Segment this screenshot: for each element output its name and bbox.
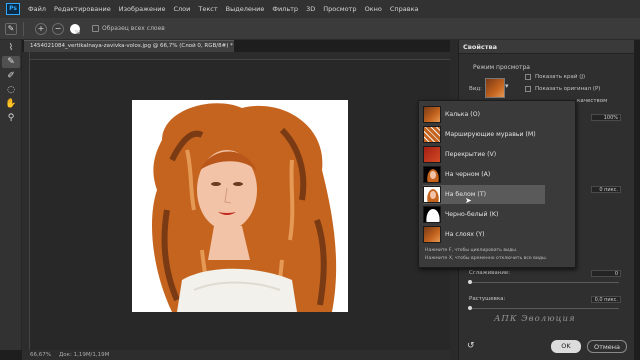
overlay-thumbnail [423,146,441,163]
menu-help[interactable]: Справка [386,5,423,13]
menu-view[interactable]: Просмотр [319,5,360,13]
dropdown-hint-cycle: Нажмите F, чтобы циклировать виды. [425,248,518,253]
quality-label: качеством [577,98,608,104]
sample-all-layers-label: Образец всех слоев [102,25,165,32]
show-original-option[interactable]: Показать оригинал (P) [525,86,600,92]
watermark: АПК Эволюция [494,314,576,324]
on-white-thumbnail [423,186,441,203]
refine-edge-brush-icon[interactable]: ✎ [2,56,20,68]
view-label: Вид: [469,86,483,92]
view-option-label: Марширующие муравьи (M) [445,131,536,138]
quick-selection-icon[interactable]: ⌇ [2,42,20,54]
onion-skin-thumbnail [423,106,441,123]
zoom-level[interactable]: 66,67% [30,352,51,358]
view-option-marching-ants[interactable]: Марширующие муравьи (M) [423,125,545,144]
view-option-on-white[interactable]: На белом (T) [423,185,545,204]
view-option-label: Перекрытие (V) [445,151,497,158]
view-option-onion-skin[interactable]: Калька (O) [423,105,545,124]
menu-window[interactable]: Окно [361,5,386,13]
menu-edit[interactable]: Редактирование [50,5,115,13]
sample-all-layers-checkbox[interactable] [92,25,99,32]
view-option-label: Черно-белый (K) [445,211,499,218]
view-preview-thumbnail[interactable] [485,78,505,98]
view-mode-dropdown: Калька (O) Марширующие муравьи (M) Перек… [418,100,576,268]
tools-panel: ⌇ ✎ ✐ ◌ ✋ ⚲ [0,40,22,350]
add-to-selection-icon[interactable]: + [35,22,47,35]
view-option-on-black[interactable]: На черном (A) [423,165,545,184]
menu-3d[interactable]: 3D [302,5,319,13]
show-original-checkbox[interactable] [525,86,531,92]
show-original-label: Показать оригинал (P) [535,86,601,92]
chevron-down-icon[interactable]: ▾ [505,82,509,90]
document-image[interactable] [132,100,348,312]
on-black-thumbnail [423,166,441,183]
show-edge-checkbox[interactable] [525,74,531,80]
cancel-button[interactable]: Отмена [587,340,627,353]
feather-slider-track[interactable] [469,308,619,309]
smooth-label: Сглаживание: [469,270,511,276]
menu-file[interactable]: Файл [24,5,50,13]
properties-panel-title: Свойства [459,40,634,54]
view-option-label: Калька (O) [445,111,480,118]
menu-select[interactable]: Выделение [222,5,269,13]
view-option-on-layers[interactable]: На слоях (Y) [423,225,545,244]
mouse-cursor-icon: ➤ [465,196,472,205]
feather-slider-knob[interactable] [468,306,472,310]
show-edge-option[interactable]: Показать край (J) [525,74,585,80]
reset-icon[interactable]: ↺ [467,341,475,351]
radius-field[interactable]: 0 пикс. [591,186,621,193]
options-bar: ✎ + − Образец всех слоев [0,18,640,40]
view-option-black-white[interactable]: Черно-белый (K) [423,205,545,224]
document-size: Док: 1,19M/1,19M [58,352,110,358]
zoom-icon[interactable]: ⚲ [2,112,20,124]
subtract-from-selection-icon[interactable]: − [52,22,64,35]
menu-type[interactable]: Текст [194,5,221,13]
dropdown-hint-disable: Нажмите X, чтобы временно отключить все … [425,256,548,261]
document-tab[interactable]: 1454021084_vertikalnaya-zavivka-volos.jp… [24,40,234,52]
status-bar: 66,67% Док: 1,19M/1,19M [22,350,450,360]
photoshop-logo-icon[interactable]: Ps [6,3,20,15]
view-option-label: На черном (A) [445,171,491,178]
vertical-ruler[interactable] [22,52,30,350]
view-mode-label: Режим просмотра [473,64,530,71]
document-tab-title: 1454021084_vertikalnaya-zavivka-volos.jp… [30,43,233,49]
brush-size-value: 30 [74,30,81,36]
brush-icon[interactable]: ✐ [2,70,20,82]
menu-filter[interactable]: Фильтр [268,5,302,13]
view-option-label: На слоях (Y) [445,231,485,238]
smooth-slider-track[interactable] [469,282,619,283]
ok-button[interactable]: OK [551,340,581,353]
show-edge-label: Показать край (J) [535,74,586,80]
on-layers-thumbnail [423,226,441,243]
hand-icon[interactable]: ✋ [2,98,20,110]
separator [23,21,24,36]
portrait-photo [152,103,337,312]
horizontal-ruler[interactable] [30,52,450,60]
feather-field[interactable]: 0,0 пикс. [591,296,621,303]
smooth-field[interactable]: 0 [591,270,621,277]
feather-label: Растушевка: [469,296,506,302]
marching-ants-thumbnail [423,126,441,143]
lasso-icon[interactable]: ◌ [2,84,20,96]
smooth-slider-knob[interactable] [468,280,472,284]
menu-bar: Ps Файл Редактирование Изображение Слои … [0,0,640,18]
brush-tool-preset-icon[interactable]: ✎ [5,22,17,35]
menu-image[interactable]: Изображение [115,5,170,13]
black-white-thumbnail [423,206,441,223]
opacity-field[interactable]: 100% [591,114,621,121]
view-option-overlay[interactable]: Перекрытие (V) [423,145,545,164]
menu-layers[interactable]: Слои [169,5,194,13]
